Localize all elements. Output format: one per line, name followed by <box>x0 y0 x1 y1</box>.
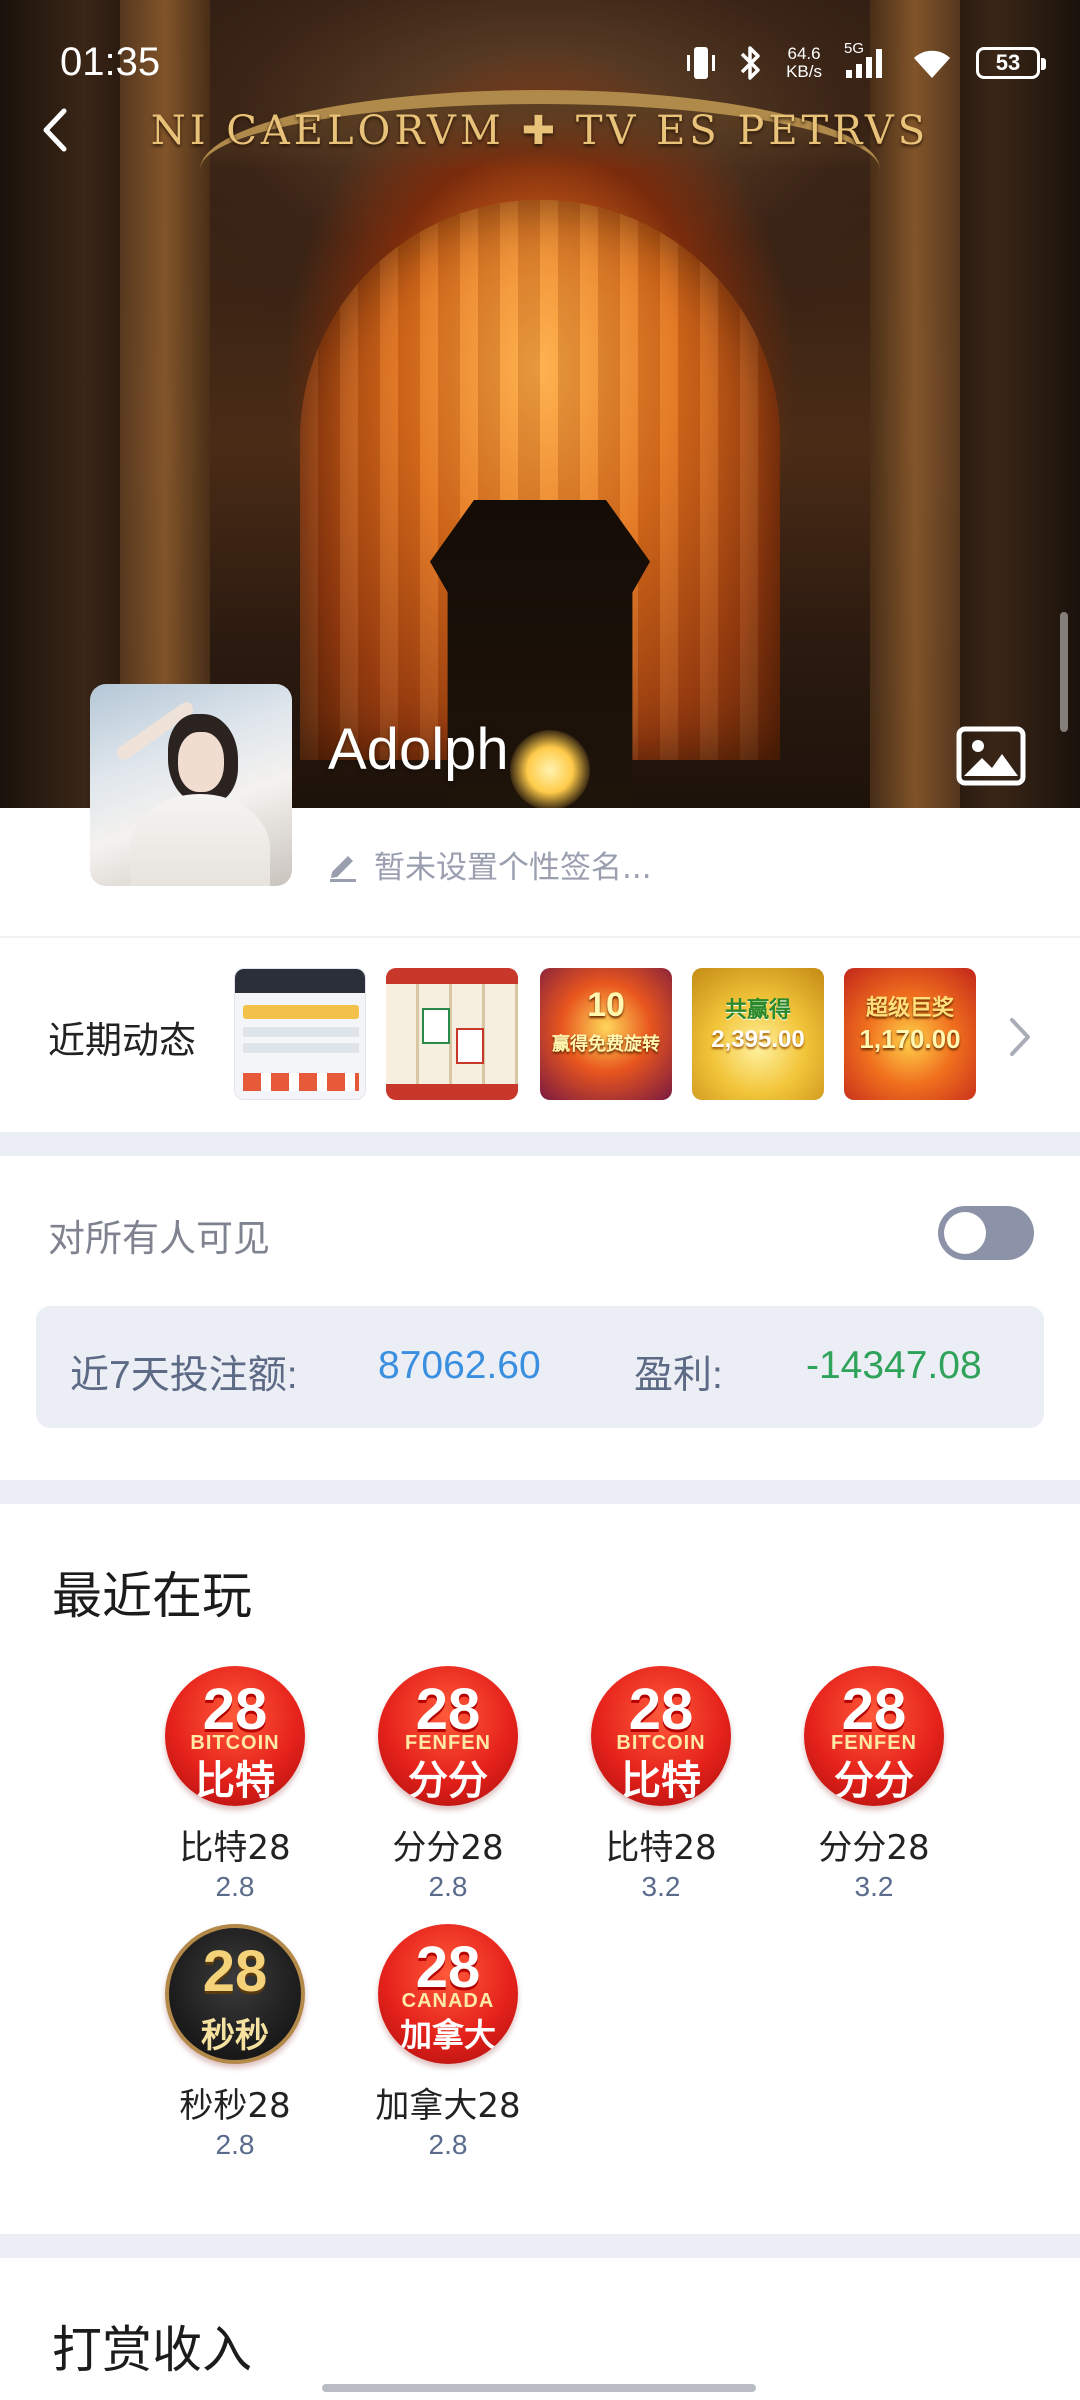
image-icon <box>956 726 1026 786</box>
game-item[interactable]: 28 BITCOIN 比特 比特28 2.8 <box>135 1666 335 1903</box>
activity-thumb-1[interactable] <box>234 968 366 1100</box>
game-odds: 3.2 <box>854 1871 894 1902</box>
game-odds: 3.2 <box>641 1871 681 1902</box>
battery-icon: 53 <box>976 47 1046 79</box>
activity-thumb-4[interactable]: 共赢得 2,395.00 <box>692 968 824 1100</box>
chevron-right-icon[interactable] <box>1000 1014 1040 1060</box>
recent-activity-label: 近期动态 <box>48 1019 196 1062</box>
game-logo: 28 BITCOIN 比特 <box>165 1666 305 1806</box>
visibility-toggle[interactable] <box>938 1206 1034 1260</box>
change-cover-button[interactable] <box>956 726 1026 786</box>
game-item[interactable]: 28 FENFEN 分分 分分28 3.2 <box>774 1666 974 1903</box>
game-logo: 28 FENFEN 分分 <box>378 1666 518 1806</box>
net-speed: 64.6 KB/s <box>786 44 822 81</box>
game-odds: 2.8 <box>215 1871 255 1902</box>
home-indicator[interactable] <box>322 2384 756 2392</box>
game-odds: 2.8 <box>428 2129 468 2160</box>
game-name: 加拿大28 <box>375 2086 521 2126</box>
wifi-icon <box>910 46 954 80</box>
toggle-knob <box>944 1212 986 1254</box>
recent-activity[interactable]: 近期动态 10 赢得免费旋转 共赢得 2,395.00 超级巨奖 1,170.0… <box>0 938 1080 1132</box>
scroll-indicator <box>1060 612 1068 732</box>
section-divider <box>0 1132 1080 1156</box>
bet-label: 近7天投注额: <box>70 1354 298 1397</box>
profile-page: NI CAELORVM ✚ TV ES PETRVS 01:35 64.6 KB… <box>0 0 1080 2400</box>
activity-thumb-5[interactable]: 超级巨奖 1,170.00 <box>844 968 976 1100</box>
profit-label: 盈利: <box>634 1354 723 1397</box>
status-bar: 01:35 64.6 KB/s 5G 53 <box>0 0 1080 130</box>
game-item[interactable]: 28 FENFEN 分分 分分28 2.8 <box>348 1666 548 1903</box>
game-odds: 2.8 <box>215 2129 255 2160</box>
signature-field[interactable]: 暂未设置个性签名... <box>326 842 652 887</box>
game-name: 秒秒28 <box>179 2086 291 2126</box>
edit-icon <box>330 855 356 882</box>
vibrate-icon <box>686 45 716 81</box>
game-name: 比特28 <box>605 1828 717 1868</box>
profit-value: -14347.08 <box>806 1344 982 1387</box>
status-time: 01:35 <box>60 40 161 84</box>
signature-placeholder: 暂未设置个性签名... <box>374 850 652 886</box>
visibility-label: 对所有人可见 <box>48 1217 270 1260</box>
avatar[interactable] <box>90 684 292 886</box>
username: Adolph <box>328 717 509 782</box>
game-logo: 28 FENFEN 分分 <box>804 1666 944 1806</box>
game-item[interactable]: 28 CANADA 加拿大 加拿大28 2.8 <box>348 1924 548 2161</box>
back-button[interactable] <box>40 100 90 160</box>
bet-value: 87062.60 <box>378 1344 541 1387</box>
activity-thumb-3[interactable]: 10 赢得免费旋转 <box>540 968 672 1100</box>
game-item[interactable]: 28 秒秒 秒秒28 2.8 <box>135 1924 335 2161</box>
bluetooth-icon <box>738 44 764 82</box>
game-item[interactable]: 28 BITCOIN 比特 比特28 3.2 <box>561 1666 761 1903</box>
game-odds: 2.8 <box>428 1871 468 1902</box>
recently-playing-title: 最近在玩 <box>52 1567 252 1625</box>
section-divider <box>0 1480 1080 1504</box>
game-logo: 28 BITCOIN 比特 <box>591 1666 731 1806</box>
section-divider <box>0 2234 1080 2258</box>
game-logo: 28 CANADA 加拿大 <box>378 1924 518 2064</box>
game-logo: 28 秒秒 <box>165 1924 305 2064</box>
game-name: 分分28 <box>392 1828 504 1868</box>
game-name: 分分28 <box>818 1828 930 1868</box>
stats-card: 近7天投注额: 87062.60 盈利: -14347.08 <box>36 1306 1044 1428</box>
tips-income-title: 打赏收入 <box>52 2321 252 2379</box>
activity-thumb-2[interactable] <box>386 968 518 1100</box>
game-name: 比特28 <box>179 1828 291 1868</box>
chevron-left-icon <box>43 108 67 152</box>
cellular-signal-icon: 5G <box>844 40 888 80</box>
